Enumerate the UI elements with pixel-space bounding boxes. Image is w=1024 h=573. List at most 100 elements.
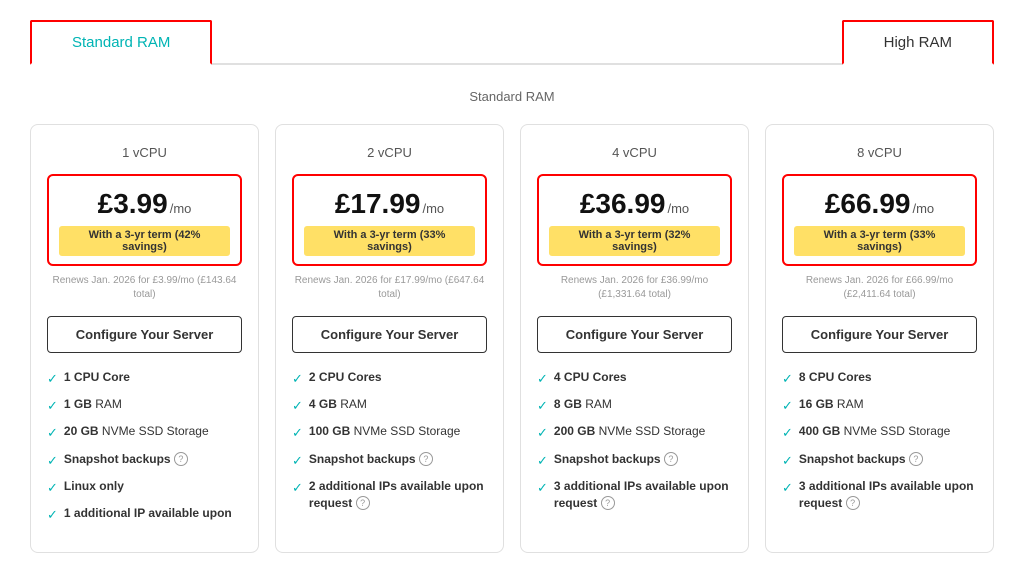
feature-text-1-1: 4 GB RAM [309,396,367,413]
feature-text-3-3: Snapshot backups ? [799,451,923,468]
feature-item-0-1: ✓1 GB RAM [47,396,242,415]
page-wrapper: Standard RAM High RAM Standard RAM 1 vCP… [0,0,1024,573]
configure-button-0[interactable]: Configure Your Server [47,316,242,353]
price-box-1: £17.99/mo With a 3-yr term (33% savings) [292,174,487,266]
feature-item-3-2: ✓ 400 GB NVMe SSD Storage [782,423,977,442]
price-per-2: /mo [667,201,689,216]
plan-card-3: 8 vCPU £66.99/mo With a 3-yr term (33% sav… [765,124,994,553]
features-list-2: ✓ 4 CPU Cores ✓ 8 GB RAM ✓200 GB NVMe SSD St… [537,369,732,511]
info-icon[interactable]: ? [419,452,433,466]
price-main-3: £66.99/mo [794,188,965,220]
feature-item-0-0: ✓ 1 CPU Core [47,369,242,388]
plan-card-0: 1 vCPU £3.99/mo With a 3-yr term (42% savi… [30,124,259,553]
savings-badge-2: With a 3-yr term (32% savings) [549,226,720,256]
price-box-3: £66.99/mo With a 3-yr term (33% savings) [782,174,977,266]
renews-text-3: Renews Jan. 2026 for £66.99/mo (£2,411.6… [782,274,977,302]
feature-text-3-0: 8 CPU Cores [799,369,872,386]
feature-item-1-0: ✓2 CPU Cores [292,369,487,388]
renews-text-0: Renews Jan. 2026 for £3.99/mo (£143.64 t… [47,274,242,302]
feature-item-2-2: ✓200 GB NVMe SSD Storage [537,423,732,442]
check-icon: ✓ [292,424,303,442]
price-main-0: £3.99/mo [59,188,230,220]
configure-button-1[interactable]: Configure Your Server [292,316,487,353]
features-list-1: ✓2 CPU Cores✓4 GB RAM✓100 GB NVMe SSD St… [292,369,487,511]
tab-high-ram[interactable]: High RAM [842,20,994,65]
tab-bar: Standard RAM High RAM [30,20,994,65]
price-per-3: /mo [912,201,934,216]
check-icon: ✓ [782,479,793,497]
plan-vcpu-1: 2 vCPU [292,145,487,160]
feature-item-2-0: ✓ 4 CPU Cores [537,369,732,388]
check-icon: ✓ [292,479,303,497]
check-icon: ✓ [537,452,548,470]
section-label: Standard RAM [30,89,994,104]
feature-text-2-0: 4 CPU Cores [554,369,627,386]
feature-item-3-3: ✓ Snapshot backups ? [782,451,977,470]
feature-item-1-4: ✓ 2 additional IPs available upon request… [292,478,487,512]
features-list-3: ✓8 CPU Cores✓16 GB RAM✓400 GB NVMe SSD S… [782,369,977,511]
renews-text-1: Renews Jan. 2026 for £17.99/mo (£647.64 … [292,274,487,302]
feature-item-1-3: ✓ Snapshot backups ? [292,451,487,470]
feature-text-1-4: 2 additional IPs available upon request … [309,478,487,512]
check-icon: ✓ [292,452,303,470]
plans-grid: 1 vCPU £3.99/mo With a 3-yr term (42% savi… [30,124,994,553]
feature-text-3-2: 400 GB NVMe SSD Storage [799,423,950,440]
renews-text-2: Renews Jan. 2026 for £36.99/mo (£1,331.6… [537,274,732,302]
feature-item-0-2: ✓20 GB NVMe SSD Storage [47,423,242,442]
check-icon: ✓ [537,479,548,497]
check-icon: ✓ [47,452,58,470]
savings-badge-1: With a 3-yr term (33% savings) [304,226,475,256]
feature-item-3-0: ✓ 8 CPU Cores [782,369,977,388]
info-icon[interactable]: ? [174,452,188,466]
check-icon: ✓ [47,424,58,442]
info-icon[interactable]: ? [909,452,923,466]
savings-badge-3: With a 3-yr term (33% savings) [794,226,965,256]
info-icon[interactable]: ? [601,496,615,510]
configure-button-2[interactable]: Configure Your Server [537,316,732,353]
feature-text-3-1: 16 GB RAM [799,396,864,413]
tab-standard-ram[interactable]: Standard RAM [30,20,212,65]
price-main-2: £36.99/mo [549,188,720,220]
feature-item-0-3: ✓Snapshot backups ? [47,451,242,470]
feature-item-2-4: ✓3 additional IPs available upon request… [537,478,732,512]
price-per-0: /mo [170,201,192,216]
price-box-0: £3.99/mo With a 3-yr term (42% savings) [47,174,242,266]
feature-item-0-4: ✓Linux only [47,478,242,497]
feature-text-1-0: 2 CPU Cores [309,369,382,386]
savings-badge-0: With a 3-yr term (42% savings) [59,226,230,256]
feature-text-0-1: 1 GB RAM [64,396,122,413]
info-icon[interactable]: ? [664,452,678,466]
check-icon: ✓ [47,370,58,388]
check-icon: ✓ [782,452,793,470]
plan-card-2: 4 vCPU £36.99/mo With a 3-yr term (32% sav… [520,124,749,553]
plan-card-1: 2 vCPU £17.99/mo With a 3-yr term (33% sav… [275,124,504,553]
feature-text-1-3: Snapshot backups ? [309,451,433,468]
check-icon: ✓ [47,506,58,524]
check-icon: ✓ [782,370,793,388]
feature-item-1-2: ✓100 GB NVMe SSD Storage [292,423,487,442]
price-amount-0: £3.99 [98,188,168,220]
feature-item-3-1: ✓16 GB RAM [782,396,977,415]
check-icon: ✓ [537,370,548,388]
configure-button-3[interactable]: Configure Your Server [782,316,977,353]
price-box-2: £36.99/mo With a 3-yr term (32% savings) [537,174,732,266]
feature-item-2-3: ✓ Snapshot backups ? [537,451,732,470]
plan-vcpu-2: 4 vCPU [537,145,732,160]
check-icon: ✓ [782,424,793,442]
price-per-1: /mo [422,201,444,216]
check-icon: ✓ [537,424,548,442]
price-main-1: £17.99/mo [304,188,475,220]
check-icon: ✓ [292,397,303,415]
plan-vcpu-0: 1 vCPU [47,145,242,160]
features-list-0: ✓1 CPU Core✓1 GB RAM✓20 GB NVMe SSD Stor… [47,369,242,524]
plan-vcpu-3: 8 vCPU [782,145,977,160]
info-icon[interactable]: ? [846,496,860,510]
feature-text-2-1: 8 GB RAM [554,396,612,413]
info-icon[interactable]: ? [356,496,370,510]
price-amount-2: £36.99 [580,188,666,220]
feature-item-1-1: ✓ 4 GB RAM [292,396,487,415]
feature-text-3-4: 3 additional IPs available upon request … [799,478,977,512]
feature-text-2-3: Snapshot backups ? [554,451,678,468]
price-amount-1: £17.99 [335,188,421,220]
feature-text-0-0: 1 CPU Core [64,369,130,386]
